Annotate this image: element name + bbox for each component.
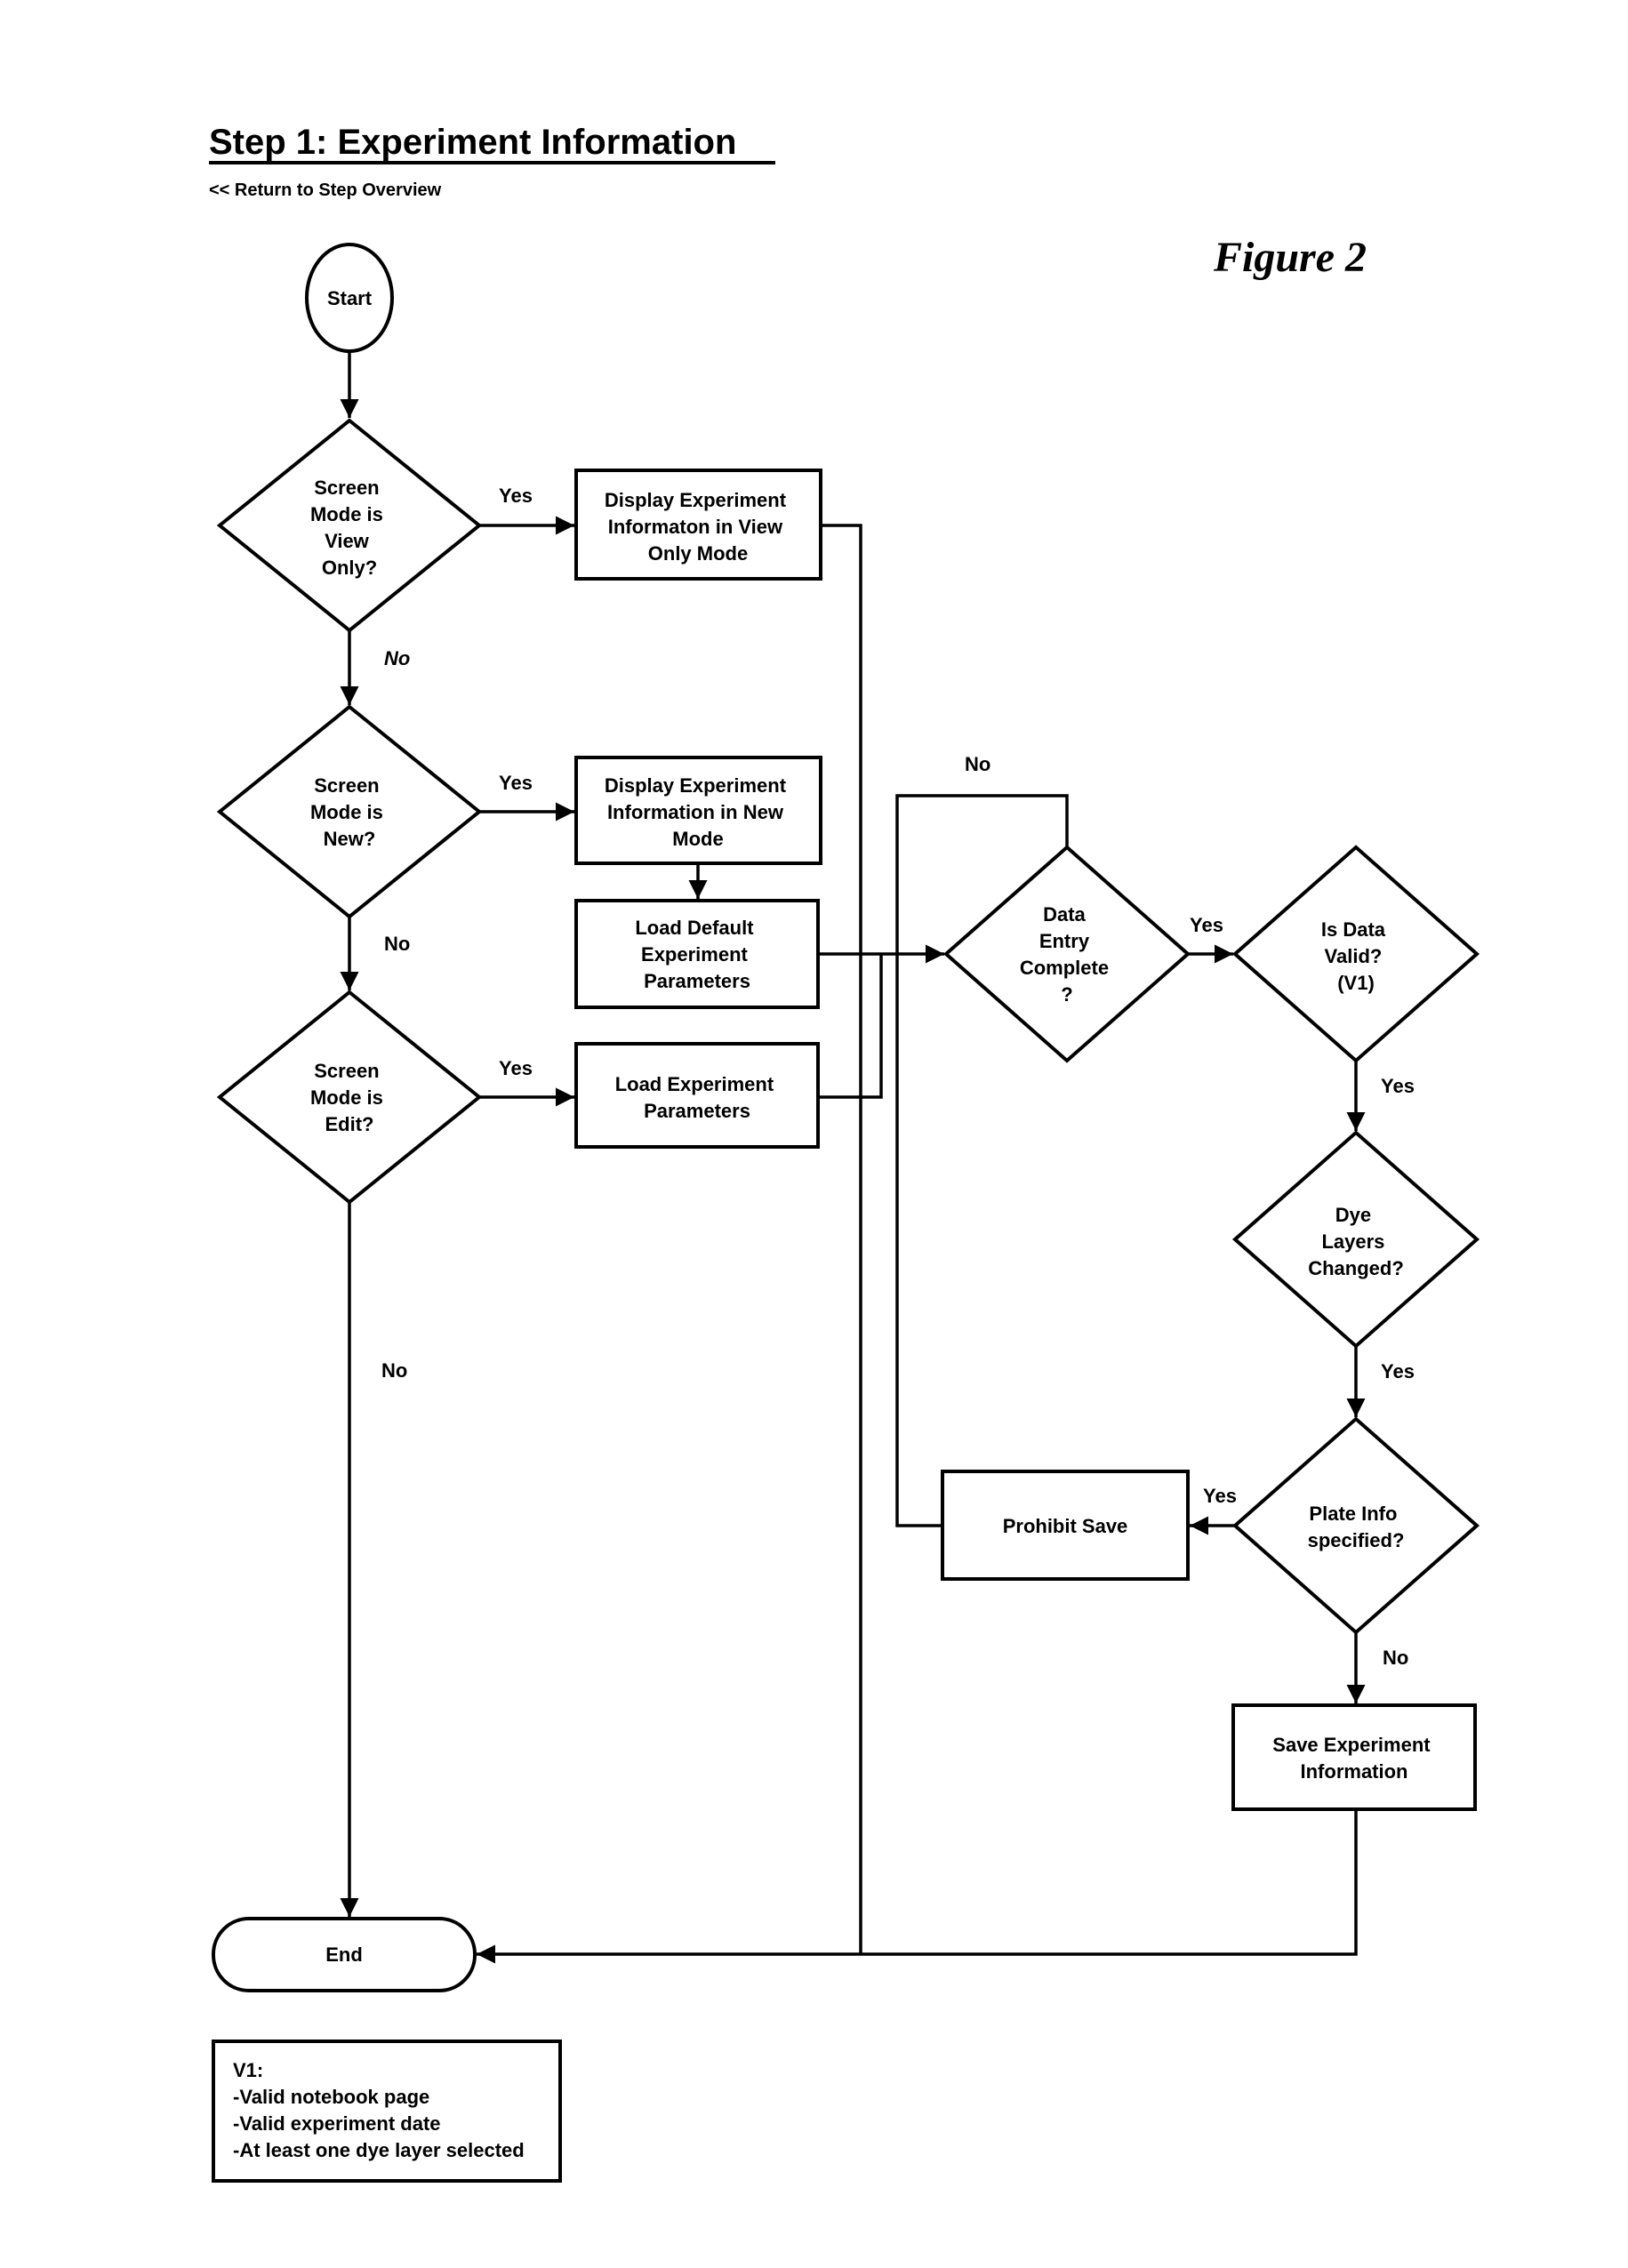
end-label: End	[325, 1943, 363, 1966]
process-load-default-label: Load Default Experiment Parameters	[635, 917, 758, 992]
page-title: Step 1: Experiment Information	[209, 123, 736, 162]
label-dye-yes: Yes	[1381, 1360, 1415, 1382]
v1-criteria-note: V1: -Valid notebook page -Valid experime…	[212, 2040, 562, 2183]
label-new-yes: Yes	[499, 772, 533, 794]
label-valid-yes: Yes	[1381, 1075, 1415, 1097]
process-display-new: Display Experiment Information in New Mo…	[574, 756, 822, 865]
end-node: End	[212, 1917, 477, 1992]
note-title: V1:	[233, 2059, 263, 2081]
decision-data-entry-complete: Data Entry Complete ?	[942, 845, 1191, 1063]
edge-save-to-end	[477, 1809, 1358, 1964]
start-label: Start	[327, 287, 373, 309]
note-item: -Valid notebook page	[233, 2086, 429, 2108]
label-entry-no: No	[965, 753, 990, 775]
process-display-view-only: Display Experiment Informaton in View On…	[574, 469, 822, 581]
note-item: -At least one dye layer selected	[233, 2139, 525, 2161]
decision-edit: Screen Mode is Edit?	[216, 990, 483, 1205]
label-plate-no: No	[1383, 1647, 1408, 1669]
label-edit-yes: Yes	[499, 1057, 533, 1079]
process-save-experiment: Save Experiment Information	[1231, 1703, 1477, 1811]
label-edit-no: No	[381, 1359, 407, 1382]
process-load-parameters: Load Experiment Parameters	[574, 1042, 820, 1149]
decision-view-only: Screen Mode is View Only?	[216, 418, 483, 633]
label-plate-yes: Yes	[1203, 1485, 1237, 1507]
process-load-default-parameters: Load Default Experiment Parameters	[574, 899, 820, 1009]
label-new-no: No	[384, 933, 410, 955]
edge-load-params-to-entry	[818, 954, 883, 1099]
edge-display-view-to-end	[821, 524, 862, 1954]
process-prohibit-save: Prohibit Save	[941, 1470, 1190, 1581]
label-view-no: No	[384, 647, 410, 669]
return-to-overview-link[interactable]: << Return to Step Overview	[209, 180, 442, 200]
decision-dye-layers-changed: Dye Layers Changed?	[1231, 1130, 1480, 1349]
label-view-yes: Yes	[499, 485, 533, 507]
decision-data-valid: Is Data Valid? (V1)	[1231, 845, 1480, 1063]
flowchart-canvas: Step 1: Experiment Information << Return…	[209, 123, 1480, 2183]
label-entry-yes: Yes	[1190, 914, 1223, 936]
note-item: -Valid experiment date	[233, 2112, 441, 2135]
decision-new: Screen Mode is New?	[216, 704, 483, 919]
connectors	[340, 351, 1366, 1964]
figure-label: Figure 2	[1213, 234, 1367, 281]
decision-plate-info-specified: Plate Info specified?	[1231, 1416, 1480, 1635]
process-prohibit-save-label: Prohibit Save	[1003, 1515, 1128, 1537]
start-node: Start	[305, 243, 394, 353]
